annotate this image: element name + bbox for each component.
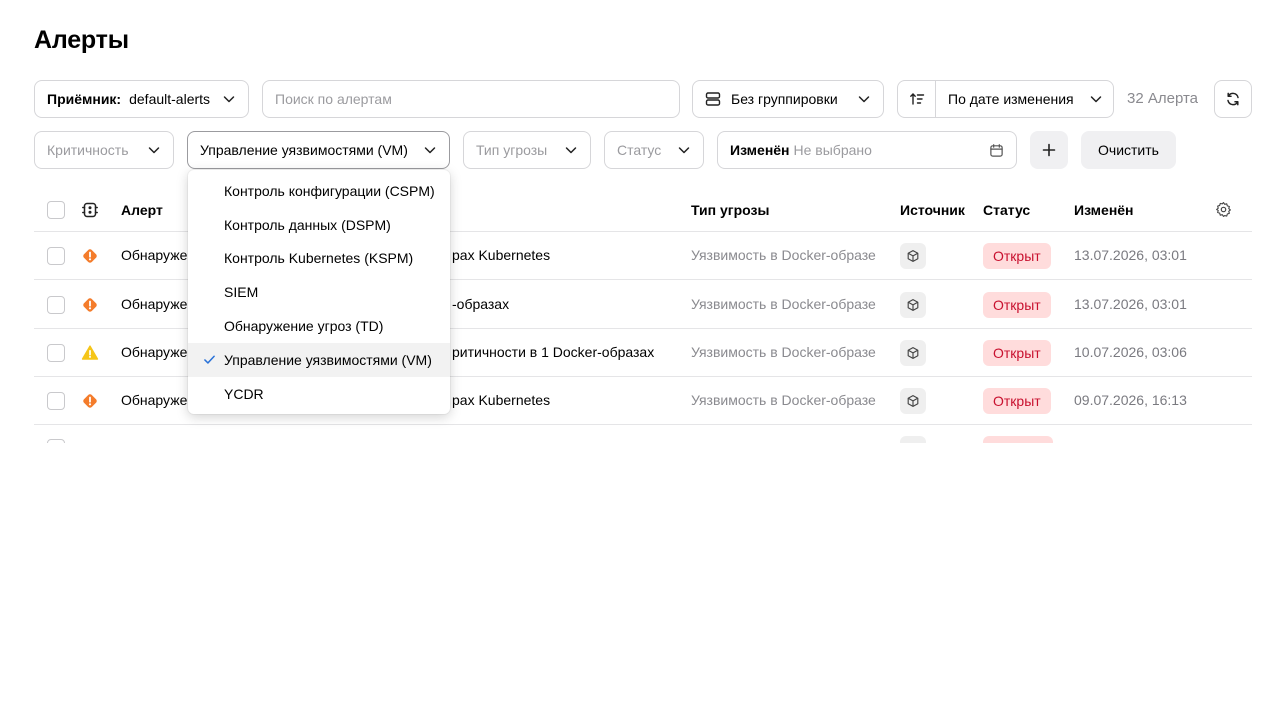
status-badge: Открыт [983, 292, 1051, 318]
receiver-value: default-alerts [129, 91, 211, 107]
alert-title[interactable]: Обнаруже [121, 344, 187, 360]
severity-medium-icon [81, 344, 99, 362]
alerts-count: 32 Алерта [1127, 90, 1199, 107]
source-container-icon [900, 388, 926, 414]
status-badge: Открыт [983, 340, 1051, 366]
severity-high-icon [81, 296, 99, 314]
page-title: Алерты [34, 26, 129, 54]
threat-type-filter[interactable]: Тип угрозы [463, 131, 591, 169]
severity-column-icon [81, 201, 99, 219]
gear-icon[interactable] [1215, 201, 1232, 218]
alert-title-tail: ритичности в 1 Docker-образах [452, 344, 655, 360]
select-all-checkbox[interactable] [47, 201, 65, 219]
grouping-icon [705, 91, 721, 107]
source-container-icon [900, 436, 926, 443]
alert-title[interactable]: Обнаруже [121, 392, 187, 408]
chevron-down-icon [222, 92, 236, 106]
receiver-label: Приёмник: [47, 91, 122, 107]
sort-select[interactable]: По дате изменения [936, 91, 1113, 107]
threat-type: Уязвимость в Docker-образе [691, 296, 876, 312]
dropdown-item-label: Контроль Kubernetes (KSPM) [224, 250, 414, 267]
dropdown-item-td[interactable]: Обнаружение угроз (TD) [188, 309, 450, 343]
sort-label: По дате изменения [948, 91, 1074, 107]
row-checkbox[interactable] [47, 247, 65, 265]
dropdown-item-label: YCDR [224, 385, 264, 402]
status-badge [983, 436, 1053, 443]
row-checkbox[interactable] [47, 439, 65, 443]
add-filter-button[interactable] [1030, 131, 1068, 169]
dropdown-item-ycdr[interactable]: YCDR [188, 377, 450, 411]
row-checkbox[interactable] [47, 344, 65, 362]
alert-title-tail: -образах [452, 296, 510, 312]
alert-title-tail: рах Kubernetes [452, 392, 551, 408]
threat-type: Уязвимость в Docker-образе [691, 247, 876, 263]
alert-title[interactable]: Обнаруже [121, 247, 187, 263]
dropdown-item-cspm[interactable]: Контроль конфигурации (CSPM) [188, 174, 450, 208]
row-checkbox[interactable] [47, 296, 65, 314]
changed-date-filter[interactable]: Изменён Не выбрано [717, 131, 1017, 169]
source-container-icon [900, 292, 926, 318]
changed-date: 13.07.2026, 03:01 [1074, 296, 1187, 312]
dropdown-item-label: Управление уязвимостями (VM) [224, 351, 432, 368]
status-badge: Открыт [983, 243, 1051, 269]
grouping-label: Без группировки [731, 91, 838, 107]
grouping-select[interactable]: Без группировки [692, 80, 884, 118]
source-container-icon [900, 243, 926, 269]
clear-filters-button[interactable]: Очистить [1081, 131, 1176, 169]
receiver-select[interactable]: Приёмник: default-alerts [34, 80, 249, 118]
status-filter-label: Статус [617, 142, 662, 158]
source-container-icon [900, 340, 926, 366]
search-placeholder: Поиск по алертам [275, 91, 392, 107]
dropdown-item-dspm[interactable]: Контроль данных (DSPM) [188, 208, 450, 242]
module-filter[interactable]: Управление уязвимостями (VM) [187, 131, 450, 169]
changed-value: Не выбрано [793, 142, 872, 158]
alert-title-tail: рах Kubernetes [452, 247, 551, 263]
dropdown-item-siem[interactable]: SIEM [188, 275, 450, 309]
severity-high-icon [81, 392, 99, 410]
column-header-alert[interactable]: Алерт [121, 202, 163, 218]
severity-high-icon [81, 247, 99, 265]
criticality-label: Критичность [47, 142, 129, 158]
changed-label: Изменён [730, 142, 790, 158]
changed-date: 13.07.2026, 03:01 [1074, 247, 1187, 263]
criticality-filter[interactable]: Критичность [34, 131, 174, 169]
sort-direction-icon[interactable] [898, 81, 936, 117]
chevron-down-icon [423, 143, 437, 157]
chevron-down-icon [1089, 92, 1103, 106]
calendar-icon [989, 143, 1004, 158]
module-filter-dropdown: Контроль конфигурации (CSPM) Контроль да… [188, 170, 450, 414]
dropdown-item-label: Обнаружение угроз (TD) [224, 318, 384, 335]
status-badge: Открыт [983, 388, 1051, 414]
threat-type-label: Тип угрозы [476, 142, 548, 158]
column-header-changed[interactable]: Изменён [1074, 202, 1134, 218]
sort-control: По дате изменения [897, 80, 1114, 118]
plus-icon [1041, 142, 1057, 158]
threat-type: Уязвимость в Docker-образе [691, 392, 876, 408]
dropdown-item-label: SIEM [224, 284, 259, 301]
alert-title[interactable]: Обнаруже [121, 296, 187, 312]
column-header-status[interactable]: Статус [983, 202, 1030, 218]
refresh-icon [1225, 91, 1241, 107]
refresh-button[interactable] [1214, 80, 1252, 118]
dropdown-item-kspm[interactable]: Контроль Kubernetes (KSPM) [188, 242, 450, 276]
dropdown-item-label: Контроль конфигурации (CSPM) [224, 182, 435, 199]
column-header-threat[interactable]: Тип угрозы [691, 202, 769, 218]
check-icon [203, 353, 216, 366]
status-filter[interactable]: Статус [604, 131, 704, 169]
chevron-down-icon [564, 143, 578, 157]
chevron-down-icon [857, 92, 871, 106]
changed-date: 10.07.2026, 03:06 [1074, 344, 1187, 360]
chevron-down-icon [147, 143, 161, 157]
dropdown-item-label: Контроль данных (DSPM) [224, 216, 391, 233]
threat-type: Уязвимость в Docker-образе [691, 344, 876, 360]
table-row-partial [34, 425, 1252, 443]
dropdown-item-vm[interactable]: Управление уязвимостями (VM) [188, 342, 450, 377]
row-checkbox[interactable] [47, 392, 65, 410]
column-header-source[interactable]: Источник [900, 202, 965, 218]
chevron-down-icon [677, 143, 691, 157]
module-filter-value: Управление уязвимостями (VM) [200, 142, 408, 158]
changed-date: 09.07.2026, 16:13 [1074, 392, 1187, 408]
search-input[interactable]: Поиск по алертам [262, 80, 680, 118]
